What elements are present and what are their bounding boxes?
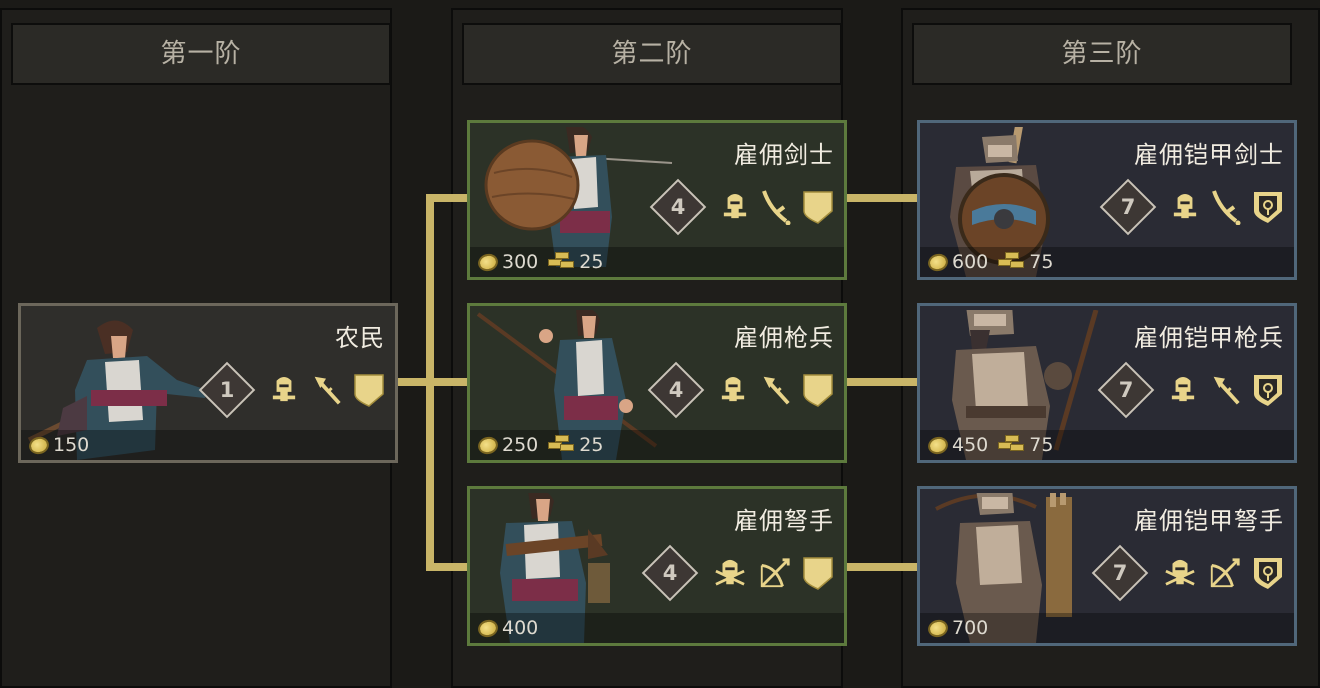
connector-to-swordsman (426, 194, 470, 202)
sword-icon (760, 189, 792, 225)
bow-icon (1208, 556, 1242, 590)
unit-name: 雇佣枪兵 (734, 324, 834, 352)
ingot-icon (548, 435, 576, 455)
spear-icon (309, 373, 343, 407)
coin-icon (27, 434, 51, 456)
iron-cost: 25 (548, 434, 603, 456)
cost-bar: 250 25 (470, 430, 844, 460)
cost-bar: 300 25 (470, 247, 844, 277)
unit-attributes: 1 (198, 361, 385, 419)
coin-icon (476, 251, 500, 273)
shield-icon (802, 189, 834, 225)
armored-shield-icon (1252, 372, 1284, 408)
cost-bar: 400 (470, 613, 844, 643)
tier-header-2: 第二阶 (462, 23, 842, 85)
gold-cost: 400 (476, 617, 538, 639)
cost-bar: 450 75 (920, 430, 1294, 460)
tier-badge: 1 (198, 361, 256, 419)
cost-bar: 600 75 (920, 247, 1294, 277)
helmet-icon (271, 375, 297, 405)
spear-icon (758, 373, 792, 407)
tier-badge: 7 (1097, 361, 1155, 419)
unit-attributes: 7 (1091, 544, 1284, 602)
coin-icon (476, 617, 500, 639)
helmet-crossed-icon (714, 558, 746, 588)
helmet-icon (1172, 192, 1198, 222)
armored-shield-icon (1252, 189, 1284, 225)
coin-icon (476, 434, 500, 456)
bow-icon (758, 556, 792, 590)
helmet-icon (720, 375, 746, 405)
unit-card-armored-crossbowman[interactable]: 雇佣铠甲弩手 7 700 (917, 486, 1297, 646)
armored-shield-icon (1252, 555, 1284, 591)
helmet-icon (722, 192, 748, 222)
tier-badge: 7 (1099, 178, 1157, 236)
iron-cost: 25 (548, 251, 603, 273)
gold-cost: 700 (926, 617, 988, 639)
unit-attributes: 7 (1097, 361, 1284, 419)
gold-cost: 150 (27, 434, 89, 456)
helmet-icon (1170, 375, 1196, 405)
tier-badge: 4 (647, 361, 705, 419)
unit-name: 农民 (335, 324, 385, 352)
iron-cost: 75 (998, 434, 1053, 456)
tier-badge: 4 (641, 544, 699, 602)
tier-header-3: 第三阶 (912, 23, 1292, 85)
connector-to-crossbowman (426, 563, 470, 571)
connector-peasant-out (396, 378, 430, 386)
tier-badge: 7 (1091, 544, 1149, 602)
shield-icon (802, 372, 834, 408)
connector-crossbowman-upgrade (845, 563, 921, 571)
gold-cost: 600 (926, 251, 988, 273)
gold-cost: 250 (476, 434, 538, 456)
cost-bar: 700 (920, 613, 1294, 643)
cost-bar: 150 (21, 430, 395, 460)
unit-card-armored-swordsman[interactable]: 雇佣铠甲剑士 7 600 75 (917, 120, 1297, 280)
unit-card-merc-spearman[interactable]: 雇佣枪兵 4 250 25 (467, 303, 847, 463)
unit-card-merc-crossbowman[interactable]: 雇佣弩手 4 400 (467, 486, 847, 646)
helmet-crossed-icon (1164, 558, 1196, 588)
unit-name: 雇佣弩手 (734, 507, 834, 535)
connector-spearman-upgrade (845, 378, 921, 386)
connector-swordsman-upgrade (845, 194, 921, 202)
unit-attributes: 7 (1099, 178, 1284, 236)
unit-card-peasant[interactable]: 农民 1 150 (18, 303, 398, 463)
tier-header-1: 第一阶 (11, 23, 391, 85)
shield-icon (353, 372, 385, 408)
ingot-icon (998, 435, 1026, 455)
sword-icon (1210, 189, 1242, 225)
unit-name: 雇佣铠甲枪兵 (1134, 324, 1284, 352)
unit-attributes: 4 (649, 178, 834, 236)
gold-cost: 300 (476, 251, 538, 273)
ingot-icon (998, 252, 1026, 272)
unit-name: 雇佣剑士 (734, 141, 834, 169)
coin-icon (926, 434, 950, 456)
unit-name: 雇佣铠甲剑士 (1134, 141, 1284, 169)
gold-cost: 450 (926, 434, 988, 456)
iron-cost: 75 (998, 251, 1053, 273)
unit-card-merc-swordsman[interactable]: 雇佣剑士 4 300 25 (467, 120, 847, 280)
coin-icon (926, 251, 950, 273)
ingot-icon (548, 252, 576, 272)
shield-icon (802, 555, 834, 591)
unit-card-armored-spearman[interactable]: 雇佣铠甲枪兵 7 450 75 (917, 303, 1297, 463)
tier-badge: 4 (649, 178, 707, 236)
unit-attributes: 4 (647, 361, 834, 419)
unit-attributes: 4 (641, 544, 834, 602)
connector-to-spearman (426, 378, 470, 386)
spear-icon (1208, 373, 1242, 407)
unit-name: 雇佣铠甲弩手 (1134, 507, 1284, 535)
coin-icon (926, 617, 950, 639)
